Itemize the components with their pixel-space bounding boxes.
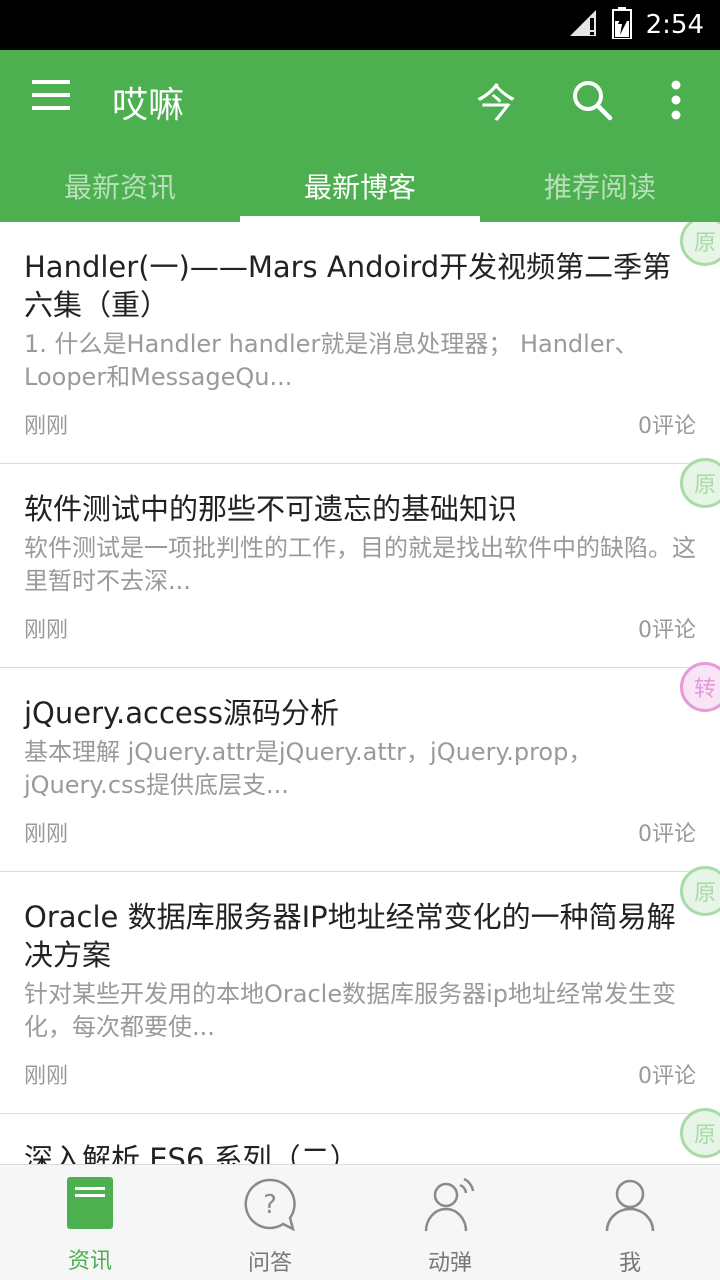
tab-bar: 最新资讯 最新博客 推荐阅读 [0,150,720,222]
article-title: jQuery.access源码分析 [24,696,339,730]
app-bar: 哎嘛 今 最新资讯 最新博客 推荐阅读 [0,50,720,222]
tab-label: 最新博客 [303,171,416,204]
list-item[interactable]: 原 软件测试中的那些不可遗忘的基础知识 软件测试是一项批判性的工作，目的就是找出… [0,458,720,668]
status-bar: 2:54 [0,0,720,50]
list-item[interactable]: 原 深入解析 ES6 系列（二） [0,1108,720,1164]
article-summary: 1. 什么是Handler handler就是消息处理器； Handler、Lo… [24,330,639,391]
clock: 2:54 [645,10,704,40]
article-list: 原 Handler(一)——Mars Andoird开发视频第二季第六集（重） … [0,222,720,1164]
article-comments: 0评论 [638,822,696,847]
tab-label: 推荐阅读 [543,171,656,204]
news-icon [67,1177,113,1233]
list-item[interactable]: 原 Handler(一)——Mars Andoird开发视频第二季第六集（重） … [0,222,720,464]
article-summary: 基本理解 jQuery.attr是jQuery.attr，jQuery.prop… [24,738,593,799]
nav-news[interactable]: 资讯 [0,1165,180,1280]
nav-label: 我 [618,1251,641,1276]
list-item[interactable]: 转 jQuery.access源码分析 基本理解 jQuery.attr是jQu… [0,662,720,872]
article-time: 刚刚 [24,822,69,847]
more-vert-icon[interactable] [648,72,704,128]
question-bubble-icon: ? [243,1177,297,1235]
tab-label: 最新资讯 [63,171,176,204]
article-comments: 0评论 [638,618,696,643]
list-item[interactable]: 原 Oracle 数据库服务器IP地址经常变化的一种简易解决方案 针对某些开发用… [0,866,720,1114]
battery-icon [611,7,632,43]
tab-latest-news[interactable]: 最新资讯 [0,150,240,222]
nav-tweets[interactable]: 动弹 [360,1165,540,1280]
today-button[interactable]: 今 [468,72,524,128]
article-title: 深入解析 ES6 系列（二） [24,1142,359,1164]
svg-text:?: ? [263,1190,277,1220]
tab-recommended[interactable]: 推荐阅读 [480,150,720,222]
nav-questions[interactable]: ? 问答 [180,1165,360,1280]
article-time: 刚刚 [24,1064,69,1089]
app-title: 哎嘛 [112,85,185,126]
user-broadcast-icon [422,1177,478,1235]
article-title: 软件测试中的那些不可遗忘的基础知识 [24,492,518,526]
article-comments: 0评论 [638,414,696,439]
signal-icon [568,8,598,42]
nav-label: 资讯 [67,1249,112,1274]
article-summary: 针对某些开发用的本地Oracle数据库服务器ip地址经常发生变化，每次都要使..… [24,980,676,1041]
nav-me[interactable]: 我 [540,1165,720,1280]
nav-label: 动弹 [427,1251,472,1276]
search-icon[interactable] [564,72,620,128]
hamburger-menu-icon[interactable] [32,80,80,120]
article-time: 刚刚 [24,414,69,439]
article-title: Handler(一)——Mars Andoird开发视频第二季第六集（重） [24,250,672,322]
bottom-navigation: 资讯 ? 问答 动弹 我 [0,1164,720,1280]
tab-latest-blogs[interactable]: 最新博客 [240,150,480,222]
nav-label: 问答 [247,1251,292,1276]
user-icon [604,1177,656,1235]
article-title: Oracle 数据库服务器IP地址经常变化的一种简易解决方案 [24,900,676,972]
article-summary: 软件测试是一项批判性的工作，目的就是找出软件中的缺陷。这里暂时不去深... [24,534,696,595]
article-time: 刚刚 [24,618,69,643]
article-comments: 0评论 [638,1064,696,1089]
